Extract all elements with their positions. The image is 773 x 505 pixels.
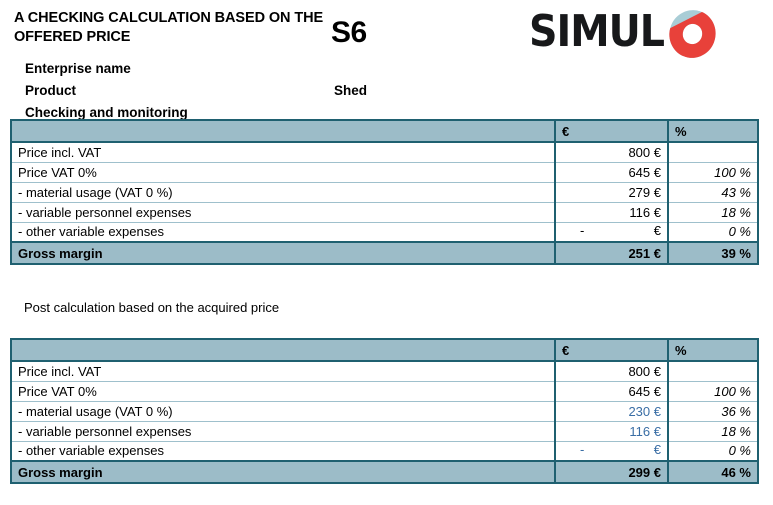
table-row: - other variable expenses - €0 %	[11, 222, 758, 243]
zero-dash: -	[580, 222, 585, 238]
column-header-percent: %	[667, 339, 758, 362]
euro-amount: 230 €	[628, 403, 661, 419]
column-header-euro: €	[554, 120, 668, 143]
euro-amount: 251 €	[628, 245, 661, 261]
row-label: - other variable expenses	[11, 222, 555, 243]
column-header-label	[11, 339, 555, 362]
percent-value: 46 %	[667, 460, 758, 483]
euro-value: 800 €	[554, 361, 668, 382]
row-label: - other variable expenses	[11, 441, 555, 462]
euro-amount: 800 €	[628, 363, 661, 379]
euro-value: 251 €	[554, 241, 668, 264]
table-total-row: Gross margin 251 € 39 %	[11, 241, 758, 264]
percent-value: 39 %	[667, 241, 758, 264]
enterprise-name-label: Enterprise name	[25, 61, 131, 76]
euro-input-value[interactable]: 230 €	[554, 401, 668, 422]
sheet-code-label: S6	[331, 16, 367, 49]
simulo-logo: SIMUL	[529, 4, 729, 64]
euro-value: 279 €	[554, 182, 668, 203]
euro-amount: 645 €	[628, 164, 661, 180]
euro-amount: 116 €	[629, 204, 661, 220]
euro-value: 800 €	[554, 142, 668, 163]
product-value: Shed	[334, 83, 368, 98]
row-label: - variable personnel expenses	[11, 202, 555, 223]
column-header-euro: €	[554, 339, 668, 362]
row-label: Price VAT 0%	[11, 162, 555, 183]
accounting-zero: - €	[562, 442, 661, 457]
table-row: - material usage (VAT 0 %) 279 € 43 %	[11, 182, 758, 203]
table-row: - variable personnel expenses 116 € 18 %	[11, 421, 758, 442]
percent-value: 18 %	[667, 202, 758, 223]
table-row: - other variable expenses - €0 %	[11, 441, 758, 462]
euro-value: 299 €	[554, 460, 668, 483]
row-label: - variable personnel expenses	[11, 421, 555, 442]
row-label: - material usage (VAT 0 %)	[11, 182, 555, 203]
table-row: Price incl. VAT 800 €	[11, 142, 758, 163]
percent-value: 36 %	[667, 401, 758, 422]
zero-dash: -	[580, 441, 585, 457]
table-row: - material usage (VAT 0 %) 230 € 36 %	[11, 401, 758, 422]
euro-amount: 299 €	[628, 464, 661, 480]
table-row: Price VAT 0% 645 € 100 %	[11, 162, 758, 183]
euro-amount: 800 €	[628, 144, 661, 160]
table-total-row: Gross margin 299 € 46 %	[11, 460, 758, 483]
percent-value: 0 %	[667, 441, 758, 462]
percent-value: 18 %	[667, 421, 758, 442]
column-header-percent: %	[667, 120, 758, 143]
accounting-zero: - €	[562, 223, 661, 238]
table-row: Price VAT 0% 645 € 100 %	[11, 381, 758, 402]
row-label: Price incl. VAT	[11, 361, 555, 382]
table-header-row: € %	[11, 120, 758, 143]
euro-value: - €	[554, 222, 668, 243]
page-title: A CHECKING CALCULATION BASED ON THE OFFE…	[14, 10, 324, 45]
row-label: Price incl. VAT	[11, 142, 555, 163]
document-header: A CHECKING CALCULATION BASED ON THE OFFE…	[0, 0, 773, 120]
product-label: Product	[25, 83, 77, 98]
euro-value: 116 €	[554, 202, 668, 223]
euro-input-value[interactable]: - €	[554, 441, 668, 462]
euro-amount: 116 €	[629, 423, 661, 439]
logo-wordmark: SIMUL	[529, 6, 665, 57]
percent-value: 100 %	[667, 162, 758, 183]
percent-value	[667, 361, 758, 382]
row-label: Gross margin	[11, 460, 555, 483]
percent-value: 43 %	[667, 182, 758, 203]
euro-symbol: €	[653, 441, 661, 457]
offered-price-calculation-table: € % Price incl. VAT 800 € Price VAT 0% 645 …	[10, 119, 759, 265]
percent-value	[667, 142, 758, 163]
table-header-row: € %	[11, 339, 758, 362]
euro-amount: 279 €	[628, 184, 661, 200]
table-body: Price incl. VAT 800 € Price VAT 0% 645 € 100…	[11, 142, 758, 264]
euro-amount: 645 €	[628, 383, 661, 399]
percent-value: 0 %	[667, 222, 758, 243]
table-head: € %	[11, 339, 758, 362]
row-label: - material usage (VAT 0 %)	[11, 401, 555, 422]
table-row: Price incl. VAT 800 €	[11, 361, 758, 382]
euro-input-value[interactable]: 116 €	[554, 421, 668, 442]
post-calculation-label: Post calculation based on the acquired p…	[24, 300, 280, 315]
euro-value: 645 €	[554, 381, 668, 402]
table-head: € %	[11, 120, 758, 143]
row-label: Gross margin	[11, 241, 555, 264]
percent-value: 100 %	[667, 381, 758, 402]
acquired-price-calculation-table: € % Price incl. VAT 800 € Price VAT 0% 645 …	[10, 338, 759, 484]
column-header-label	[11, 120, 555, 143]
euro-symbol: €	[653, 222, 661, 238]
row-label: Price VAT 0%	[11, 381, 555, 402]
table-body: Price incl. VAT 800 € Price VAT 0% 645 € 100…	[11, 361, 758, 483]
euro-value: 645 €	[554, 162, 668, 183]
logo-o-icon	[663, 4, 722, 64]
checking-and-monitoring-label: Checking and monitoring	[25, 105, 188, 120]
table-row: - variable personnel expenses 116 € 18 %	[11, 202, 758, 223]
